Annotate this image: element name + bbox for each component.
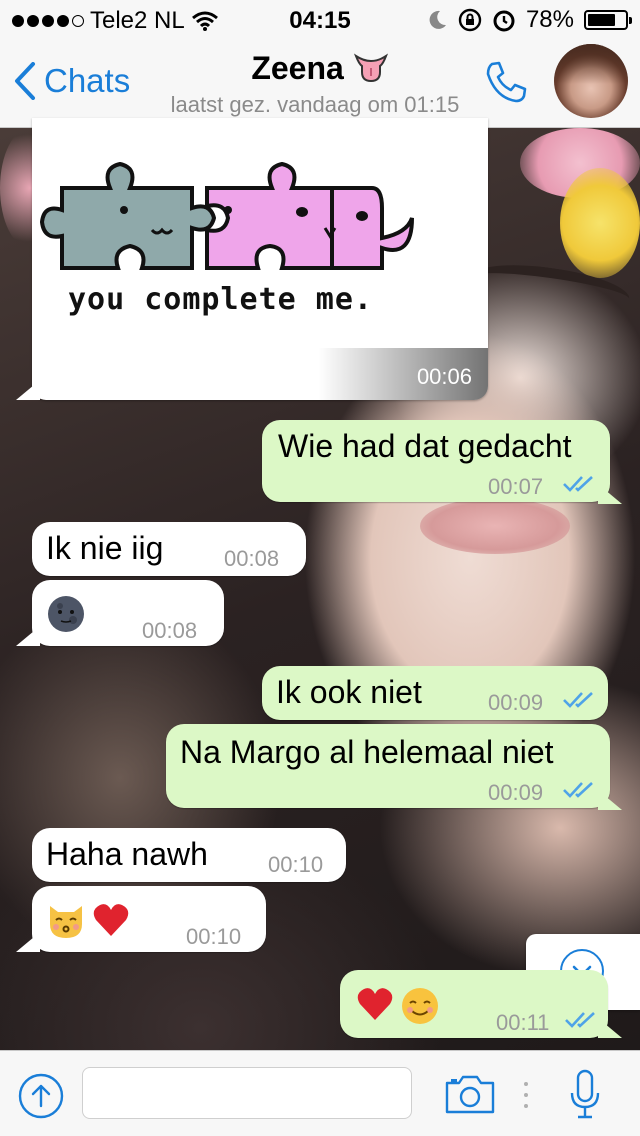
message-time: 00:06 — [416, 364, 472, 389]
tongue-emoji-icon — [353, 53, 388, 83]
message-time: 00:09 — [488, 780, 544, 805]
status-bar: Tele2 NL 04:15 78% — [0, 0, 640, 40]
message-text: Na Margo al helemaal niet — [180, 734, 554, 770]
puzzle-pieces-image — [39, 161, 414, 270]
message-time: 00:08 — [142, 618, 198, 643]
message-input-bar — [0, 1050, 640, 1136]
do-not-disturb-moon-icon — [429, 10, 446, 29]
read-receipt-icon — [563, 782, 593, 798]
chevron-left-icon — [15, 62, 35, 100]
attachment-upload-icon[interactable] — [18, 1073, 64, 1119]
back-label: Chats — [44, 62, 131, 99]
message-time: 00:08 — [224, 546, 280, 571]
read-receipt-icon — [563, 476, 593, 492]
outgoing-message[interactable]: Ik ook niet 00:09 — [262, 666, 608, 720]
contact-avatar[interactable] — [554, 44, 628, 118]
camera-icon[interactable] — [444, 1073, 496, 1115]
read-receipt-icon — [563, 692, 593, 708]
message-text: Wie had dat gedacht — [278, 428, 572, 464]
back-button[interactable]: Chats — [14, 62, 130, 100]
message-time: 00:11 — [496, 1010, 550, 1035]
message-text: Ik ook niet — [276, 674, 422, 710]
message-text: Haha nawh — [46, 836, 208, 872]
message-text: Ik nie iig — [46, 530, 164, 566]
message-input[interactable] — [82, 1067, 412, 1119]
battery-icon — [584, 10, 632, 30]
image-caption-text: you complete me. — [68, 282, 373, 317]
outgoing-message[interactable]: Wie had dat gedacht 00:07 — [262, 420, 610, 502]
incoming-message[interactable]: 00:08 — [32, 580, 224, 646]
phone-call-icon[interactable] — [482, 58, 530, 106]
smiling-face-emoji-icon — [402, 988, 438, 1024]
chat-header: Chats Zeena laatst gez. vandaag om 01:15 — [0, 40, 640, 128]
outgoing-message[interactable]: Na Margo al helemaal niet 00:09 — [166, 724, 610, 808]
message-time: 00:09 — [488, 690, 544, 715]
contact-name-title[interactable]: Zeena — [150, 50, 490, 87]
contact-name: Zeena — [251, 50, 344, 86]
rotation-lock-icon — [458, 8, 482, 32]
incoming-message[interactable]: Haha nawh 00:10 — [32, 828, 346, 882]
incoming-message[interactable]: Ik nie iig 00:08 — [32, 522, 306, 576]
last-seen-status: laatst gez. vandaag om 01:15 — [170, 92, 460, 117]
message-time: 00:10 — [186, 924, 242, 949]
microphone-icon[interactable] — [568, 1069, 602, 1121]
outgoing-message[interactable]: 00:11 — [340, 970, 608, 1038]
image-message[interactable]: you complete me. 00:06 — [32, 118, 488, 400]
battery-percentage: 78% — [525, 6, 574, 33]
alarm-icon — [493, 10, 515, 32]
message-time: 00:10 — [268, 852, 324, 877]
red-heart-emoji-icon — [93, 904, 129, 936]
kissing-cat-emoji-icon — [50, 906, 82, 938]
message-time: 00:07 — [488, 474, 544, 499]
red-heart-emoji-icon — [357, 988, 393, 1020]
more-options-dots-icon[interactable] — [522, 1079, 530, 1111]
read-receipt-icon — [565, 1012, 595, 1028]
incoming-message[interactable]: 00:10 — [32, 886, 266, 952]
new-moon-face-emoji-icon — [48, 596, 84, 632]
